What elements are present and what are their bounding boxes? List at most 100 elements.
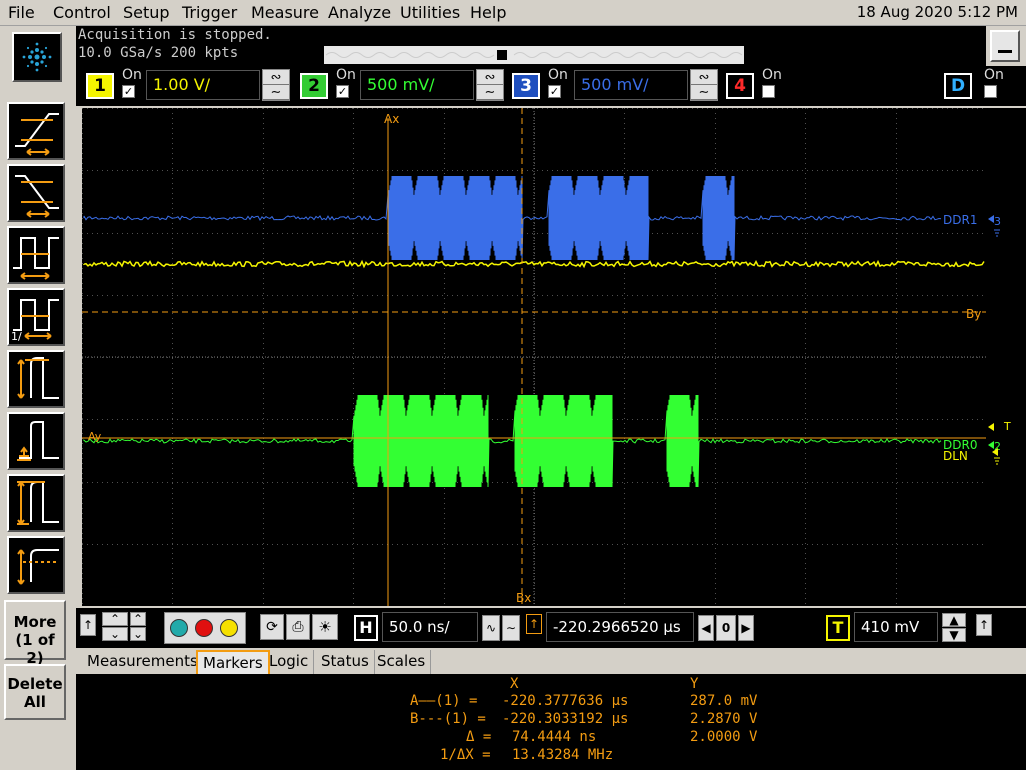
channel-3-scale[interactable]: 500 mV/ bbox=[574, 70, 688, 100]
amplitude-measure-button[interactable] bbox=[7, 350, 65, 408]
digital-on-checkbox[interactable] bbox=[984, 85, 997, 98]
waveform-display[interactable]: Ax Bx By Ay DDR1 DLN DDR0 bbox=[82, 108, 986, 606]
channel-2-scale[interactable]: 500 mV/ bbox=[360, 70, 474, 100]
digital-on-label: On bbox=[984, 67, 1004, 83]
channel-1-button[interactable]: 1 bbox=[86, 73, 114, 99]
cyan-dot-button[interactable] bbox=[170, 619, 188, 637]
ddr0-label: DDR0 bbox=[943, 438, 977, 452]
channel-1-scale[interactable]: 1.00 V/ bbox=[146, 70, 260, 100]
channel-4-button[interactable]: 4 bbox=[726, 73, 754, 99]
position-left-button[interactable]: ◀ bbox=[698, 615, 714, 641]
pin-icon[interactable]: ↑ bbox=[976, 614, 992, 636]
tab-logic[interactable]: Logic bbox=[264, 650, 315, 674]
channel-3-on-checkbox[interactable]: ✓ bbox=[548, 85, 561, 98]
marker-delta-x: 74.4444 ns bbox=[512, 729, 597, 745]
ac-coupling-icon: ∾ bbox=[477, 70, 503, 85]
rise-time-icon bbox=[15, 113, 59, 156]
pin-icon[interactable]: ↑ bbox=[80, 614, 96, 636]
horizontal-dc-icon[interactable]: ∼ bbox=[502, 615, 520, 641]
top-measure-button[interactable] bbox=[7, 412, 65, 470]
tab-measurements[interactable]: Measurements bbox=[82, 650, 204, 674]
channel-strip: 1 On ✓ 1.00 V/ ∾ ∼ 2 On ✓ 500 mV/ ∾ ∼ 3 On… bbox=[76, 66, 1026, 106]
ac-coupling-icon: ∾ bbox=[263, 70, 289, 85]
logo-icon[interactable] bbox=[12, 32, 62, 82]
memory-position-marker[interactable] bbox=[497, 50, 507, 60]
trigger-level-field[interactable]: 410 mV bbox=[854, 612, 938, 642]
tab-status[interactable]: Status bbox=[316, 650, 375, 674]
trigger-button[interactable]: T bbox=[826, 615, 850, 641]
overshoot-measure-button[interactable] bbox=[7, 536, 65, 594]
channel-3-ground-marker[interactable]: 3 bbox=[988, 215, 1001, 237]
column-x-header: X bbox=[510, 676, 519, 692]
trigger-level-up-button[interactable]: ▲ bbox=[942, 613, 966, 627]
tab-scales[interactable]: Scales bbox=[372, 650, 432, 674]
channel-2-coupling-button[interactable]: ∾ ∼ bbox=[476, 69, 504, 101]
channel-3-waveform bbox=[83, 175, 942, 261]
menu-measure[interactable]: Measure bbox=[251, 3, 319, 22]
svg-text:1/: 1/ bbox=[11, 330, 22, 343]
menu-utilities[interactable]: Utilities bbox=[400, 3, 460, 22]
menu-setup[interactable]: Setup bbox=[123, 3, 170, 22]
horizontal-ac-icon[interactable]: ∿ bbox=[482, 615, 500, 641]
more-page-label: (1 of 2) bbox=[15, 631, 55, 667]
amplitude-icon bbox=[17, 357, 59, 399]
display-brightness-icon[interactable]: ☀ bbox=[312, 614, 338, 640]
menu-analyze[interactable]: Analyze bbox=[328, 3, 391, 22]
fall-time-measure-button[interactable] bbox=[7, 164, 65, 222]
minimize-button[interactable] bbox=[990, 30, 1020, 62]
channel-1-on-label: On bbox=[122, 67, 142, 83]
channel-2-button[interactable]: 2 bbox=[300, 73, 328, 99]
fall-time-icon bbox=[15, 175, 59, 218]
acquisition-state: Acquisition is stopped. bbox=[78, 27, 272, 43]
tab-markers[interactable]: Markers bbox=[196, 650, 270, 674]
trigger-level-marker[interactable]: T bbox=[988, 420, 1011, 433]
memory-position-bar[interactable] bbox=[324, 46, 744, 64]
channel-offset-strip: 3 T 2 bbox=[986, 108, 1026, 606]
period-measure-button[interactable] bbox=[7, 226, 65, 284]
frequency-measure-button[interactable]: 1/ bbox=[7, 288, 65, 346]
trigger-level-down-button[interactable]: ▼ bbox=[942, 628, 966, 642]
scroll-up-button[interactable]: ⌃ bbox=[102, 612, 128, 626]
trigger-position-icon[interactable]: ↑ bbox=[526, 614, 542, 634]
zoom-down-button[interactable]: ⌄ bbox=[130, 627, 146, 641]
memory-waveform-icon bbox=[325, 52, 743, 58]
timebase-field[interactable]: 50.0 ns/ bbox=[382, 612, 478, 642]
color-grade-panel bbox=[164, 612, 246, 644]
menu-help[interactable]: Help bbox=[470, 3, 506, 22]
horizontal-position-field[interactable]: -220.2966520 µs bbox=[546, 612, 694, 642]
channel-1-on-checkbox[interactable]: ✓ bbox=[122, 85, 135, 98]
channel-3-coupling-button[interactable]: ∾ ∼ bbox=[690, 69, 718, 101]
graticule-grid bbox=[82, 108, 986, 606]
svg-text:3: 3 bbox=[994, 215, 1001, 228]
menu-file[interactable]: File bbox=[8, 3, 35, 22]
peak-to-peak-measure-button[interactable] bbox=[7, 474, 65, 532]
position-right-button[interactable]: ▶ bbox=[738, 615, 754, 641]
channel-3-button[interactable]: 3 bbox=[512, 73, 540, 99]
period-icon bbox=[13, 237, 59, 280]
channel-2-on-checkbox[interactable]: ✓ bbox=[336, 85, 349, 98]
marker-a-label: A——(1) = bbox=[410, 693, 478, 709]
autoscale-icon[interactable]: ⟳ bbox=[260, 614, 284, 640]
acquisition-status-panel: Acquisition is stopped. 10.0 GSa/s 200 k… bbox=[76, 26, 986, 66]
channel-1-coupling-button[interactable]: ∾ ∼ bbox=[262, 69, 290, 101]
marker-ay-label: Ay bbox=[88, 430, 102, 443]
print-icon[interactable]: ⎙ bbox=[286, 614, 310, 640]
delete-all-button[interactable]: Delete All bbox=[4, 664, 66, 720]
position-zero-button[interactable]: 0 bbox=[716, 615, 736, 641]
scroll-down-button[interactable]: ⌄ bbox=[102, 627, 128, 641]
digital-channel-button[interactable]: D bbox=[944, 73, 972, 99]
more-button[interactable]: More (1 of 2) bbox=[4, 600, 66, 667]
horizontal-button[interactable]: H bbox=[354, 615, 378, 641]
channel-2-on-label: On bbox=[336, 67, 356, 83]
menu-trigger[interactable]: Trigger bbox=[182, 3, 237, 22]
dc-coupling-icon: ∼ bbox=[263, 85, 289, 100]
rise-time-measure-button[interactable] bbox=[7, 102, 65, 160]
red-dot-button[interactable] bbox=[195, 619, 213, 637]
yellow-dot-button[interactable] bbox=[220, 619, 238, 637]
svg-text:T: T bbox=[1003, 420, 1011, 433]
marker-a-x: -220.3777636 µs bbox=[502, 693, 629, 709]
menu-control[interactable]: Control bbox=[53, 3, 111, 22]
zoom-up-button[interactable]: ⌃ bbox=[130, 612, 146, 626]
sample-rate: 10.0 GSa/s 200 kpts bbox=[78, 45, 239, 61]
channel-4-on-checkbox[interactable] bbox=[762, 85, 775, 98]
